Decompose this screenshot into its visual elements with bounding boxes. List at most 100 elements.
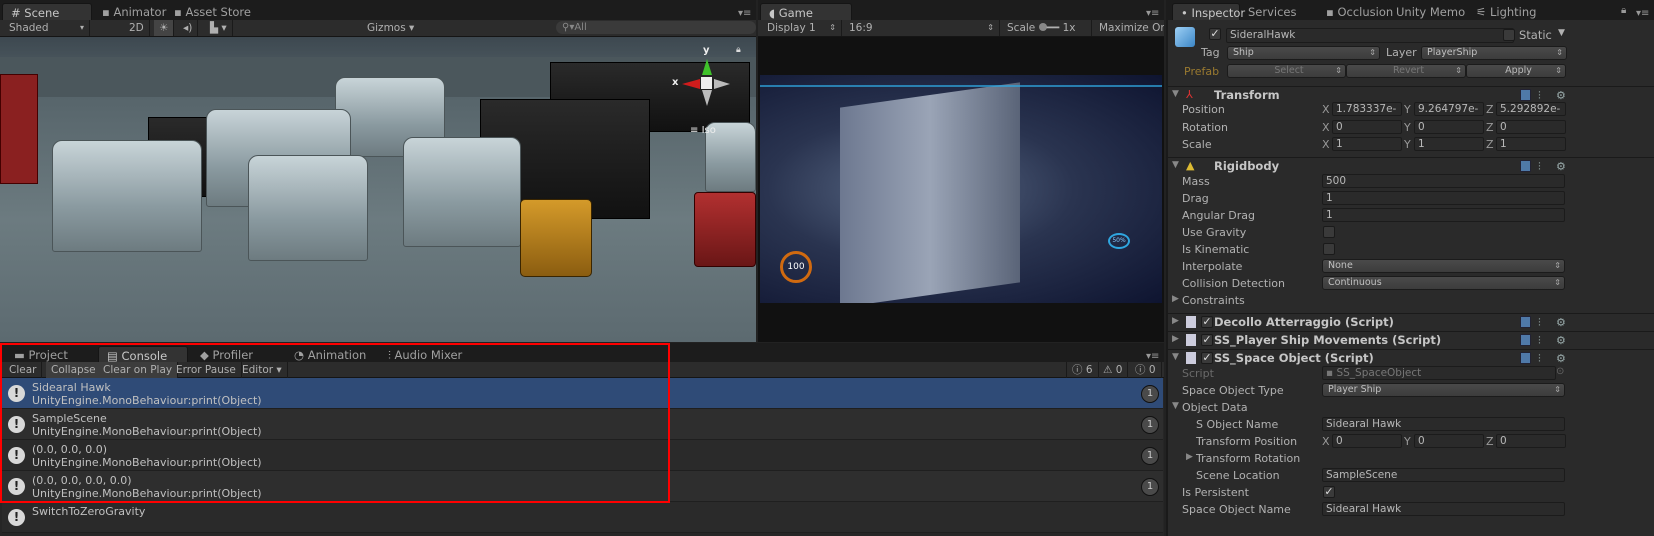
clear-on-play-toggle[interactable]: Clear on Play — [98, 362, 179, 378]
tab-scene[interactable]: # Scene — [2, 3, 92, 20]
help-book-icon[interactable] — [1520, 316, 1531, 328]
help-book-icon[interactable] — [1520, 334, 1531, 346]
gear-icon[interactable]: ⚙ — [1556, 316, 1566, 329]
foldout-open-icon[interactable]: ▼ — [1172, 160, 1179, 170]
tab-game[interactable]: ◖ Game — [760, 3, 852, 20]
foldout-closed-icon[interactable]: ▶ — [1186, 452, 1193, 462]
gear-icon[interactable]: ⚙ — [1556, 160, 1566, 173]
tag-dropdown[interactable]: Ship — [1227, 46, 1380, 60]
tab-animator[interactable]: ▪ Animator — [94, 3, 174, 20]
axis-label[interactable]: Y — [1404, 435, 1411, 448]
object-picker-icon[interactable]: ⊙ — [1556, 366, 1564, 377]
game-viewport[interactable]: 100 50% — [758, 37, 1164, 342]
layer-dropdown[interactable]: PlayerShip — [1421, 46, 1567, 60]
scale-z-field[interactable]: 1 — [1496, 137, 1566, 151]
enabled-checkbox[interactable]: ✓ — [1201, 352, 1213, 364]
editor-dropdown[interactable]: Editor ▾ — [237, 362, 288, 378]
axis-label[interactable]: Y — [1404, 138, 1411, 151]
log-entry[interactable]: ! (0.0, 0.0, 0.0) UnityEngine.MonoBehavi… — [2, 440, 1163, 471]
log-entry[interactable]: ! SwitchToZeroGravity — [2, 502, 1163, 533]
panel-menu-icon[interactable]: ▾≡ — [1146, 351, 1159, 362]
axis-label[interactable]: X — [1322, 103, 1330, 116]
panel-menu-icon[interactable]: ▾≡ — [1636, 8, 1649, 19]
enabled-checkbox[interactable]: ✓ — [1201, 334, 1213, 346]
active-checkbox[interactable]: ✓ — [1209, 28, 1221, 40]
gizmos-dropdown[interactable]: Gizmos ▾ — [362, 20, 419, 36]
shading-dropdown[interactable]: Shaded ▾ — [4, 20, 90, 36]
position-x-field[interactable]: 1.783337e- — [1332, 102, 1402, 116]
collapse-toggle[interactable]: Collapse — [46, 362, 102, 378]
tab-console[interactable]: ▤ Console — [98, 346, 188, 363]
audio-toggle-icon[interactable]: ◂) — [178, 20, 199, 36]
mass-field[interactable]: 500 — [1322, 174, 1565, 188]
space-object-component-header[interactable]: ▼ ✓ SS_Space Object (Script) ⫶ ⚙ — [1168, 349, 1654, 366]
transform-component-header[interactable]: ▼ ⅄ Transform ⫶ ⚙ — [1168, 86, 1654, 103]
foldout-closed-icon[interactable]: ▶ — [1172, 334, 1179, 344]
object-data-label[interactable]: Object Data — [1182, 401, 1248, 414]
rotation-z-field[interactable]: 0 — [1496, 120, 1566, 134]
space-object-type-dropdown[interactable]: Player Ship — [1322, 383, 1565, 397]
axis-label[interactable]: Y — [1404, 103, 1411, 116]
static-dropdown-arrow-icon[interactable]: ▼ — [1558, 28, 1565, 38]
gear-icon[interactable]: ⚙ — [1556, 334, 1566, 347]
panel-menu-icon[interactable]: ▾≡ — [738, 8, 751, 19]
aspect-dropdown[interactable]: 16:9 ⇕ — [844, 20, 1000, 36]
position-z-field[interactable]: 5.292892e- — [1496, 102, 1566, 116]
tab-services[interactable]: Services — [1240, 3, 1305, 20]
rotation-x-field[interactable]: 0 — [1332, 120, 1402, 134]
object-data-position-y-field[interactable]: 0 — [1414, 434, 1484, 448]
help-book-icon[interactable] — [1520, 160, 1531, 172]
scale-y-field[interactable]: 1 — [1414, 137, 1484, 151]
axis-label[interactable]: Y — [1404, 121, 1411, 134]
gear-icon[interactable]: ⚙ — [1556, 352, 1566, 365]
lock-icon[interactable]: 🔒︎ — [1621, 5, 1626, 16]
position-y-field[interactable]: 9.264797e- — [1414, 102, 1484, 116]
interpolate-dropdown[interactable]: None — [1322, 259, 1565, 273]
help-book-icon[interactable] — [1520, 352, 1531, 364]
rigidbody-component-header[interactable]: ▼ ▲ Rigidbody ⫶ ⚙ — [1168, 157, 1654, 174]
clear-button[interactable]: Clear — [4, 362, 43, 378]
panel-menu-icon[interactable]: ▾≡ — [1146, 8, 1159, 19]
gizmo-neg-y-axis-icon[interactable] — [702, 90, 712, 106]
tab-animation[interactable]: ◔ Animation — [286, 346, 374, 363]
preset-sliders-icon[interactable]: ⫶ — [1538, 316, 1541, 330]
tab-unity-memory[interactable]: Unity Memo — [1388, 3, 1468, 20]
object-data-position-z-field[interactable]: 0 — [1496, 434, 1566, 448]
preset-sliders-icon[interactable]: ⫶ — [1538, 89, 1541, 103]
error-filter-toggle[interactable]: ⓘ 0 — [1130, 362, 1162, 378]
static-checkbox[interactable] — [1503, 29, 1515, 41]
axis-label[interactable]: X — [1322, 435, 1330, 448]
constraints-label[interactable]: Constraints — [1182, 294, 1245, 307]
axis-label[interactable]: X — [1322, 138, 1330, 151]
scale-x-field[interactable]: 1 — [1332, 137, 1402, 151]
scale-slider[interactable]: Scale ━━ 1x — [1002, 20, 1092, 36]
display-dropdown[interactable]: Display 1 ⇕ — [762, 20, 842, 36]
error-pause-toggle[interactable]: Error Pause — [171, 362, 242, 378]
foldout-closed-icon[interactable]: ▶ — [1172, 316, 1179, 326]
lighting-toggle-icon[interactable]: ☀ — [154, 20, 175, 36]
info-filter-toggle[interactable]: ⓘ 6 — [1066, 362, 1099, 378]
preset-sliders-icon[interactable]: ⫶ — [1538, 160, 1541, 174]
scene-viewport[interactable]: y x 🔒︎ ≡ Iso — [0, 37, 756, 342]
log-entry[interactable]: ! SampleScene UnityEngine.MonoBehaviour:… — [2, 409, 1163, 440]
rotation-y-field[interactable]: 0 — [1414, 120, 1484, 134]
tab-profiler[interactable]: ◆ Profiler — [192, 346, 261, 363]
tab-asset-store[interactable]: ▪ Asset Store — [166, 3, 259, 20]
space-object-name-field[interactable]: Sidearal Hawk — [1322, 502, 1565, 516]
axis-label[interactable]: Z — [1486, 103, 1494, 116]
foldout-open-icon[interactable]: ▼ — [1172, 352, 1179, 362]
lock-icon[interactable]: 🔒︎ — [736, 45, 741, 55]
angular-drag-field[interactable]: 1 — [1322, 208, 1565, 222]
prefab-apply-button[interactable]: Apply — [1466, 64, 1566, 78]
effects-toggle-icon[interactable]: ▙ ▾ — [205, 20, 233, 36]
projection-label[interactable]: ≡ Iso — [690, 125, 716, 136]
axis-label[interactable]: X — [1322, 121, 1330, 134]
player-ship-movements-component-header[interactable]: ▶ ✓ SS_Player Ship Movements (Script) ⫶ … — [1168, 331, 1654, 348]
preset-sliders-icon[interactable]: ⫶ — [1538, 352, 1541, 366]
gear-icon[interactable]: ⚙ — [1556, 89, 1566, 102]
is-persistent-checkbox[interactable]: ✓ — [1323, 486, 1335, 498]
prefab-select-button[interactable]: Select — [1227, 64, 1346, 78]
foldout-open-icon[interactable]: ▼ — [1172, 89, 1179, 99]
preset-sliders-icon[interactable]: ⫶ — [1538, 334, 1541, 348]
decollo-atterraggio-component-header[interactable]: ▶ ✓ Decollo Atterraggio (Script) ⫶ ⚙ — [1168, 313, 1654, 330]
